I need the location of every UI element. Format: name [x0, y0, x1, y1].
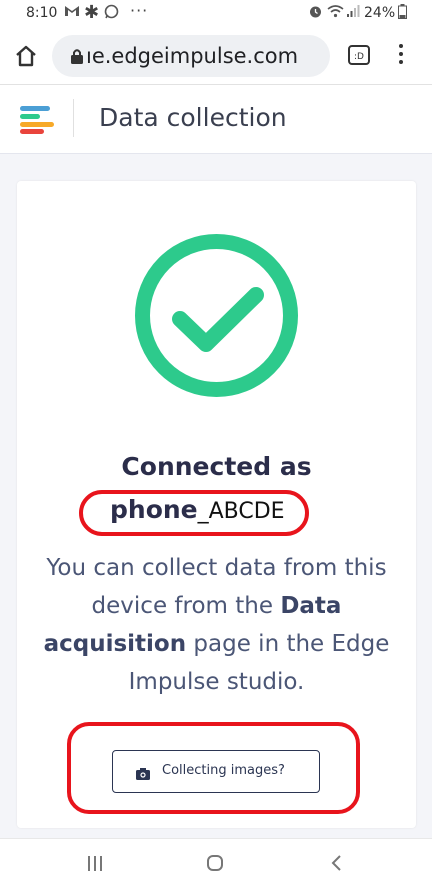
app-header: Data collection [0, 85, 432, 154]
status-time: 8:10 [26, 5, 58, 21]
page-title: Data collection [99, 103, 287, 132]
gmail-icon [64, 4, 80, 22]
nav-home-icon[interactable] [207, 855, 223, 871]
connection-description: You can collect data from this device fr… [35, 549, 398, 701]
alarm-icon [308, 4, 323, 23]
device-name: phone_ABCDE [110, 495, 285, 524]
battery-icon [398, 4, 407, 23]
logo-bar [20, 106, 50, 111]
logo-bar [20, 114, 40, 119]
system-nav-bar [0, 838, 432, 889]
collecting-images-label: Collecting images? [162, 763, 285, 778]
connection-card: Connected as phone_ABCDE You can collect… [17, 181, 416, 828]
camera-icon [136, 765, 150, 780]
header-divider [73, 99, 74, 137]
asterisk-icon: ✱ [84, 2, 100, 23]
address-bar[interactable]: ıe.edgeimpulse.com [52, 35, 330, 77]
browser-menu-icon[interactable] [398, 44, 404, 68]
collecting-images-button[interactable]: Collecting images? [112, 750, 320, 793]
connected-as-label: Connected as [121, 452, 312, 481]
device-name-text: phone [110, 495, 198, 524]
browser-toolbar: ıe.edgeimpulse.com :D [0, 28, 432, 85]
wifi-icon [327, 4, 344, 22]
device-name-suffix: _ABCDE [197, 499, 285, 524]
recents-icon[interactable] [88, 856, 104, 872]
logo-bar [20, 122, 54, 127]
status-bar: 8:10 ✱ ··· 24% [0, 0, 432, 28]
back-icon[interactable] [329, 854, 343, 872]
tab-switcher-button[interactable]: :D [348, 45, 370, 65]
edge-impulse-logo-icon[interactable] [18, 104, 54, 134]
signal-icon [346, 4, 360, 22]
whatsapp-icon [104, 4, 119, 23]
success-check-icon [134, 233, 299, 398]
more-dots-icon: ··· [130, 1, 149, 20]
url-text: ıe.edgeimpulse.com [86, 44, 299, 68]
battery-level: 24% [364, 5, 396, 21]
logo-bar [20, 129, 44, 134]
home-icon[interactable] [12, 42, 40, 70]
lock-icon [70, 48, 84, 64]
